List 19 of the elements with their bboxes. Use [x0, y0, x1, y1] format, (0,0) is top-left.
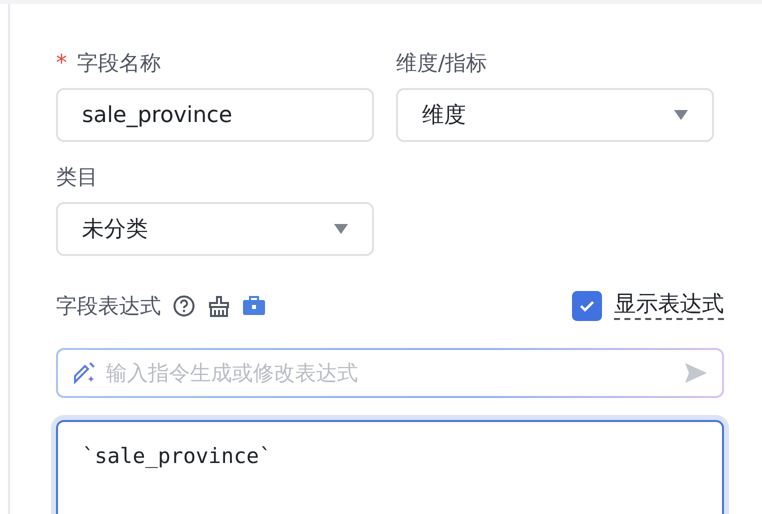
toolbox-icon[interactable]: [243, 296, 265, 316]
code-line: `sale_province`: [82, 444, 272, 468]
input-field[interactable]: sale_province: [56, 88, 374, 142]
field-label: 维度/指标: [396, 50, 488, 77]
caret-icon: [674, 110, 688, 120]
help-icon[interactable]: [173, 295, 195, 317]
magic-wand-icon: [72, 361, 96, 385]
brush-icon[interactable]: [207, 295, 231, 317]
required-mark: *: [56, 50, 67, 76]
select-field[interactable]: 维度: [396, 88, 714, 142]
field-label: 字段表达式: [56, 293, 161, 320]
prompt-field[interactable]: 输入指令生成或修改表达式: [56, 348, 724, 398]
check-icon: [579, 300, 595, 312]
field-label: 类目: [56, 164, 99, 191]
field-label: 字段名称: [77, 50, 161, 77]
checkbox-label[interactable]: 显示表达式: [614, 292, 724, 320]
select-field[interactable]: 未分类: [56, 202, 374, 256]
checkbox[interactable]: [572, 291, 602, 321]
caret-icon: [334, 224, 348, 234]
